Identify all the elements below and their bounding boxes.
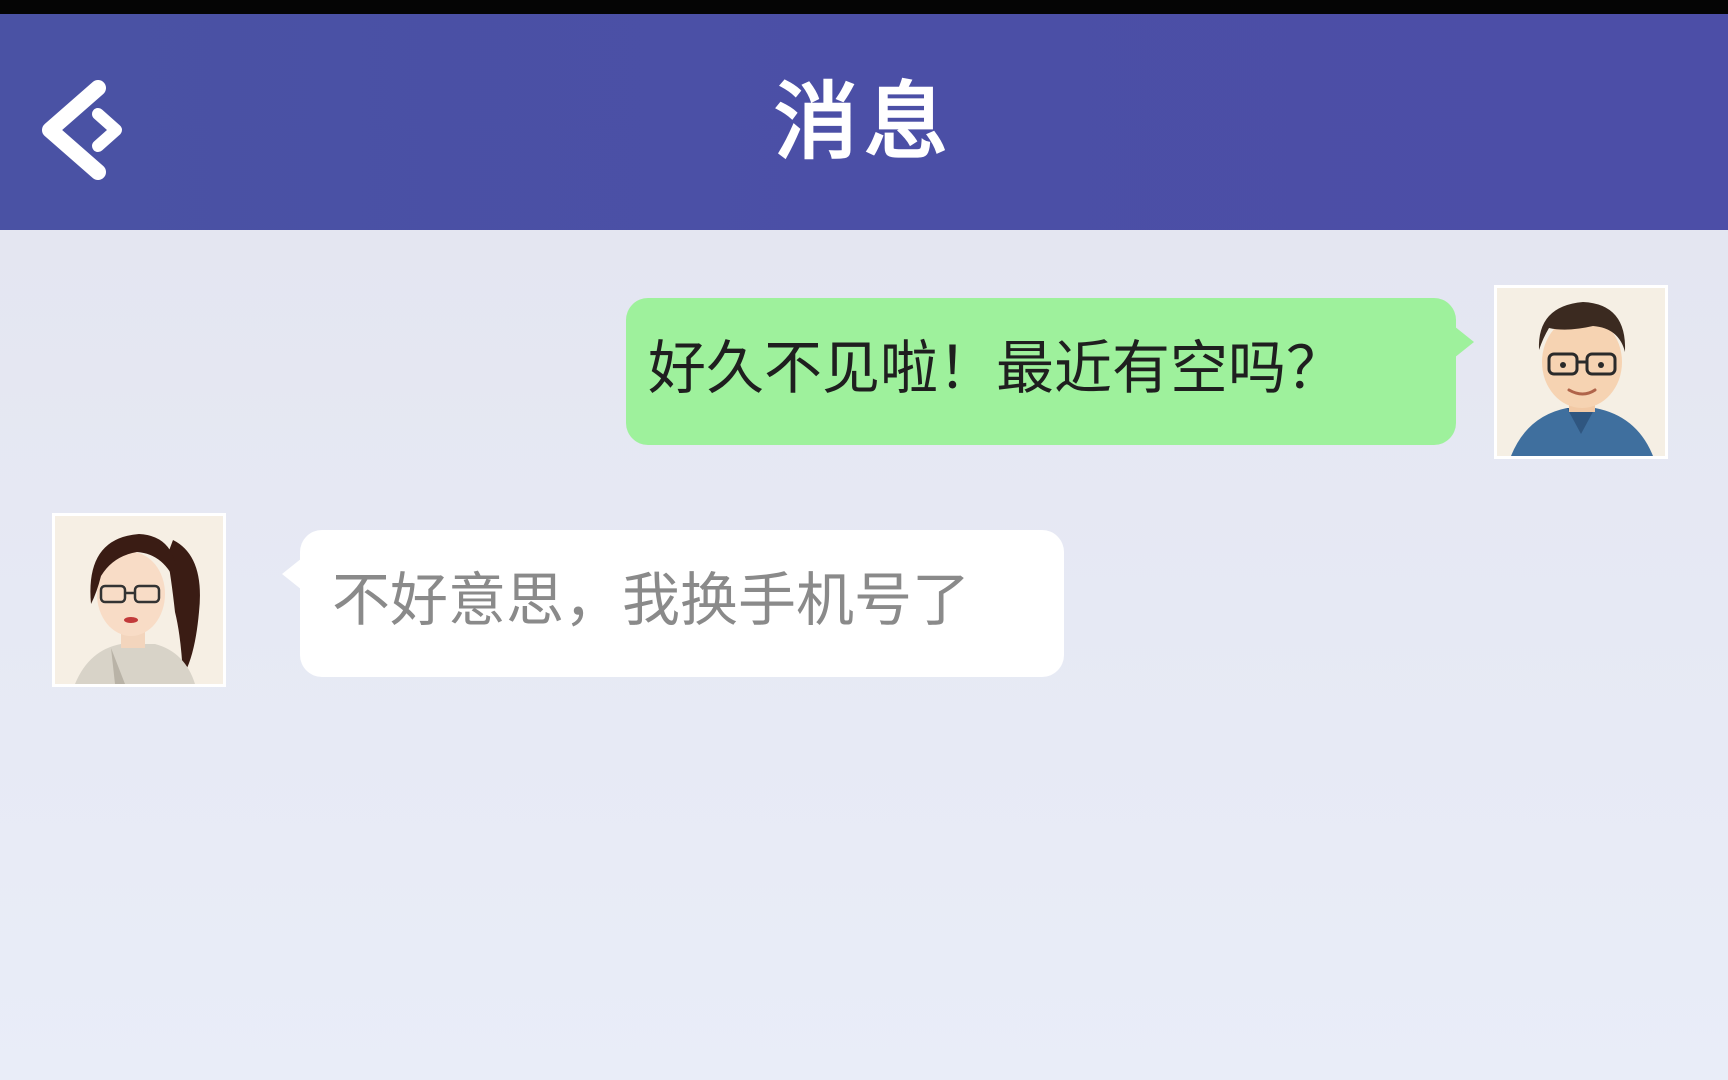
page-title: 消息 [773,73,954,171]
message-text: 不好意思，我换手机号了 [332,566,971,634]
male-avatar-icon [1497,288,1665,456]
avatar-contact[interactable] [52,513,226,687]
header-bar: 消息 [0,14,1728,230]
avatar-me[interactable] [1494,285,1668,459]
status-bar [0,0,1728,14]
female-avatar-icon [55,516,223,684]
message-text: 好久不见啦！最近有空吗？ [648,334,1345,402]
message-bubble-incoming[interactable]: 不好意思，我换手机号了 [282,530,1064,677]
message-bubble-outgoing[interactable]: 好久不见啦！最近有空吗？ [626,298,1474,445]
chat-area[interactable]: 好久不见啦！最近有空吗？ 不好意思，我换手机号了 [0,230,1728,1080]
